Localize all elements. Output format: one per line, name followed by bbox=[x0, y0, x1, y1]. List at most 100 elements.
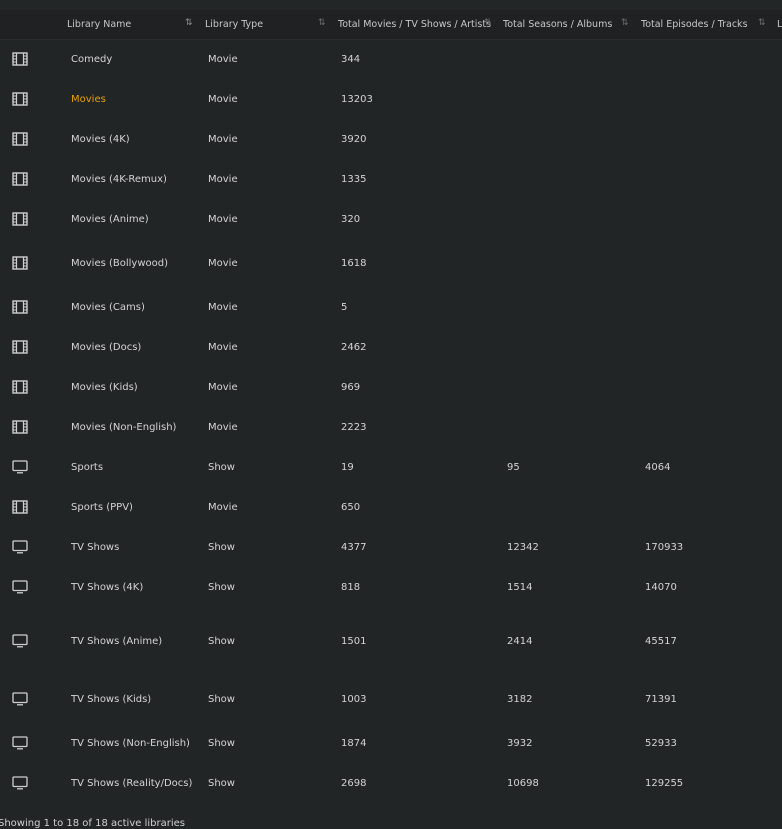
tv-icon bbox=[12, 447, 28, 487]
library-type-cell: Movie bbox=[208, 421, 238, 433]
library-type-cell: Movie bbox=[208, 257, 238, 269]
total-episodes-cell: 71391 bbox=[645, 693, 677, 705]
library-name-cell[interactable]: TV Shows (4K) bbox=[71, 567, 143, 607]
total-episodes-cell: 4064 bbox=[645, 461, 671, 473]
table-row[interactable]: Movies (Docs) Movie 2462 bbox=[0, 327, 782, 367]
film-icon bbox=[12, 119, 28, 159]
sort-asc-icon[interactable]: ⇅ bbox=[185, 10, 192, 39]
table-row[interactable]: TV Shows (4K) Show 818 1514 14070 bbox=[0, 567, 782, 607]
total-items-cell: 320 bbox=[341, 213, 361, 225]
table-row[interactable]: Sports Show 19 95 4064 bbox=[0, 447, 782, 487]
total-episodes-cell: 129255 bbox=[645, 777, 684, 789]
total-seasons-cell: 95 bbox=[507, 461, 520, 473]
header-total-seasons[interactable]: Total Seasons / Albums bbox=[503, 10, 612, 39]
film-icon bbox=[12, 487, 28, 527]
sort-icon[interactable]: ⇅ bbox=[318, 10, 325, 39]
library-name-cell[interactable]: TV Shows bbox=[71, 527, 119, 567]
film-icon bbox=[12, 367, 28, 407]
table-row[interactable]: Sports (PPV) Movie 650 bbox=[0, 487, 782, 527]
sort-icon[interactable]: ⇅ bbox=[484, 10, 491, 39]
library-type-cell: Movie bbox=[208, 301, 238, 313]
library-type-cell: Movie bbox=[208, 93, 238, 105]
total-seasons-cell: 12342 bbox=[507, 541, 539, 553]
film-icon bbox=[12, 287, 28, 327]
library-type-cell: Movie bbox=[208, 381, 238, 393]
table-row[interactable]: TV Shows Show 4377 12342 170933 bbox=[0, 527, 782, 567]
total-items-cell: 5 bbox=[341, 301, 348, 313]
header-library-name[interactable]: Library Name bbox=[67, 10, 131, 39]
library-type-cell: Movie bbox=[208, 341, 238, 353]
total-seasons-cell: 1514 bbox=[507, 581, 533, 593]
library-name-cell[interactable]: Movies (Non-English) bbox=[71, 407, 176, 447]
library-name-cell[interactable]: Movies (Anime) bbox=[71, 199, 149, 239]
tv-icon bbox=[12, 607, 28, 675]
library-type-cell: Show bbox=[208, 461, 235, 473]
tv-icon bbox=[12, 763, 28, 803]
table-row[interactable]: TV Shows (Non-English) Show 1874 3932 52933 bbox=[0, 723, 782, 763]
library-type-cell: Movie bbox=[208, 213, 238, 225]
tv-icon bbox=[12, 675, 28, 723]
table-row[interactable]: Movies (4K) Movie 3920 bbox=[0, 119, 782, 159]
library-name-cell[interactable]: Sports bbox=[71, 447, 103, 487]
total-episodes-cell: 45517 bbox=[645, 635, 677, 647]
film-icon bbox=[12, 407, 28, 447]
libraries-page: Library Name ⇅ Library Type ⇅ Total Movi… bbox=[0, 0, 782, 829]
library-name-cell[interactable]: Comedy bbox=[71, 40, 112, 78]
total-seasons-cell: 3932 bbox=[507, 737, 533, 749]
library-name-cell[interactable]: TV Shows (Kids) bbox=[71, 675, 151, 723]
table-header: Library Name ⇅ Library Type ⇅ Total Movi… bbox=[0, 10, 782, 40]
table-row[interactable]: Movies Movie 13203 bbox=[0, 79, 782, 119]
total-items-cell: 3920 bbox=[341, 133, 367, 145]
sort-icon[interactable]: ⇅ bbox=[621, 10, 628, 39]
library-name-cell[interactable]: Movies (Docs) bbox=[71, 327, 141, 367]
table-row[interactable]: TV Shows (Anime) Show 1501 2414 45517 bbox=[0, 607, 782, 675]
film-icon bbox=[12, 159, 28, 199]
table-row[interactable]: Movies (Bollywood) Movie 1618 bbox=[0, 239, 782, 287]
table-row[interactable]: Movies (Kids) Movie 969 bbox=[0, 367, 782, 407]
total-items-cell: 344 bbox=[341, 53, 361, 65]
library-name-cell[interactable]: Movies (4K) bbox=[71, 119, 130, 159]
library-type-cell: Show bbox=[208, 693, 235, 705]
film-icon bbox=[12, 199, 28, 239]
library-name-cell[interactable]: Movies (4K-Remux) bbox=[71, 159, 167, 199]
table-row[interactable]: Movies (4K-Remux) Movie 1335 bbox=[0, 159, 782, 199]
total-episodes-cell: 52933 bbox=[645, 737, 677, 749]
table-row[interactable]: Movies (Non-English) Movie 2223 bbox=[0, 407, 782, 447]
total-items-cell: 2223 bbox=[341, 421, 367, 433]
sort-icon[interactable]: ⇅ bbox=[758, 10, 765, 39]
total-items-cell: 19 bbox=[341, 461, 354, 473]
total-seasons-cell: 2414 bbox=[507, 635, 533, 647]
total-items-cell: 2698 bbox=[341, 777, 367, 789]
total-items-cell: 1335 bbox=[341, 173, 367, 185]
total-seasons-cell: 10698 bbox=[507, 777, 539, 789]
table-row[interactable]: Comedy Movie 344 bbox=[0, 40, 782, 78]
library-name-cell[interactable]: TV Shows (Reality/Docs) bbox=[71, 763, 192, 803]
total-items-cell: 4377 bbox=[341, 541, 367, 553]
total-episodes-cell: 170933 bbox=[645, 541, 684, 553]
library-type-cell: Movie bbox=[208, 133, 238, 145]
table-row[interactable]: TV Shows (Kids) Show 1003 3182 71391 bbox=[0, 675, 782, 723]
total-items-cell: 1501 bbox=[341, 635, 367, 647]
library-name-cell[interactable]: Movies (Bollywood) bbox=[71, 239, 168, 287]
table-row[interactable]: Movies (Anime) Movie 320 bbox=[0, 199, 782, 239]
tv-icon bbox=[12, 567, 28, 607]
header-total-episodes[interactable]: Total Episodes / Tracks bbox=[641, 10, 748, 39]
library-name-cell[interactable]: Movies (Cams) bbox=[71, 287, 145, 327]
total-items-cell: 1003 bbox=[341, 693, 367, 705]
library-name-cell[interactable]: Movies bbox=[71, 79, 106, 119]
table-footer-info: Showing 1 to 18 of 18 active libraries bbox=[0, 818, 185, 829]
total-items-cell: 969 bbox=[341, 381, 361, 393]
table-row[interactable]: Movies (Cams) Movie 5 bbox=[0, 287, 782, 327]
library-name-cell[interactable]: TV Shows (Anime) bbox=[71, 607, 162, 675]
library-type-cell: Show bbox=[208, 541, 235, 553]
table-row[interactable]: TV Shows (Reality/Docs) Show 2698 10698 1292… bbox=[0, 763, 782, 803]
library-name-cell[interactable]: Movies (Kids) bbox=[71, 367, 138, 407]
library-name-cell[interactable]: TV Shows (Non-English) bbox=[71, 723, 190, 763]
library-name-cell[interactable]: Sports (PPV) bbox=[71, 487, 133, 527]
header-library-type[interactable]: Library Type bbox=[205, 10, 263, 39]
film-icon bbox=[12, 40, 28, 78]
tv-icon bbox=[12, 527, 28, 567]
header-overflow-column[interactable]: L bbox=[777, 10, 782, 39]
library-type-cell: Show bbox=[208, 777, 235, 789]
header-total-items[interactable]: Total Movies / TV Shows / Artists bbox=[338, 10, 491, 39]
